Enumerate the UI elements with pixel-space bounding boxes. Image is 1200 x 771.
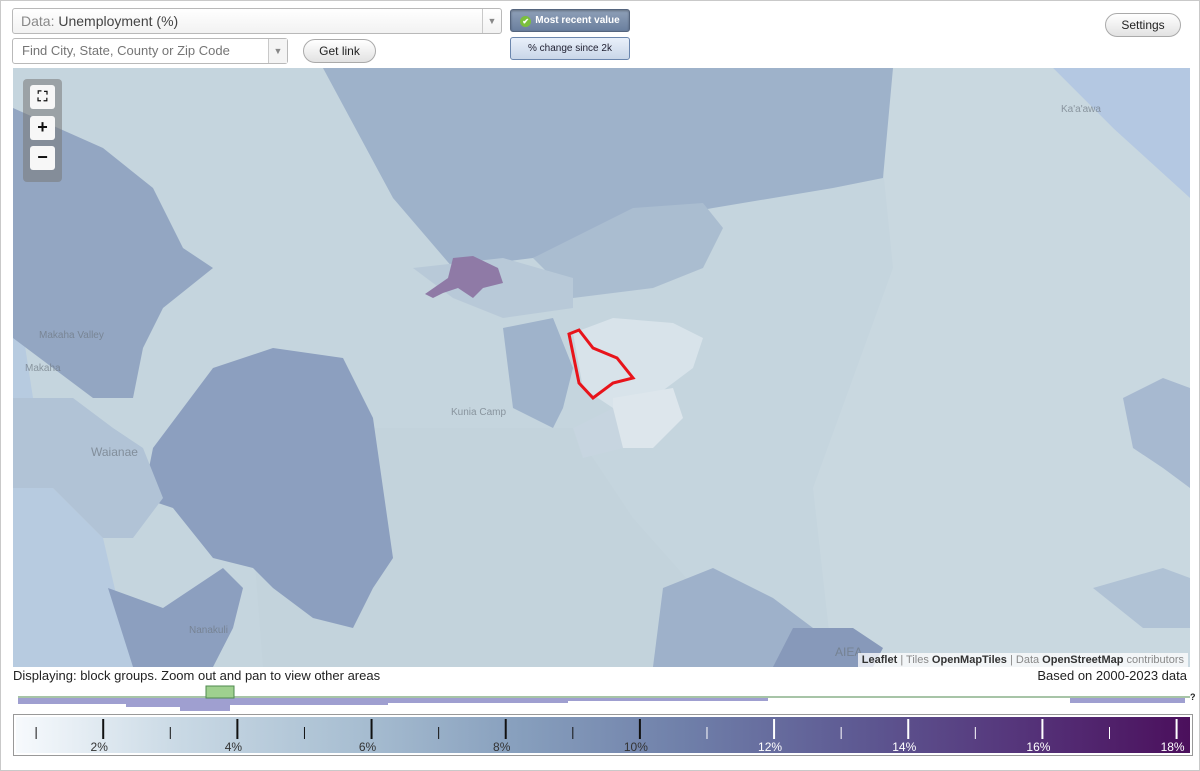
color-legend: 2% 4% 6% 8% 10% 12% 14% 16% 18% [13, 714, 1193, 756]
legend-tick-label: 12% [758, 740, 782, 754]
location-search[interactable]: ▼ [12, 38, 288, 64]
legend-tick-label: 10% [624, 740, 648, 754]
legend-tick-label: 2% [91, 740, 109, 754]
map-view[interactable]: Makaha Valley Makaha Waianae Kunia Camp … [13, 68, 1190, 667]
choropleth-layer [13, 68, 1190, 667]
histogram-highlight [205, 685, 235, 699]
zoom-controls: ⛶ + − [23, 79, 62, 182]
legend-tick-label: 14% [892, 740, 916, 754]
map-attribution: Leaflet | Tiles OpenMapTiles | Data Open… [857, 653, 1188, 667]
fullscreen-icon[interactable]: ⛶ [30, 85, 55, 109]
chevron-down-icon[interactable]: ▼ [482, 9, 501, 33]
place-label: Nanakuli [189, 625, 228, 636]
histogram-bar [180, 698, 230, 711]
settings-button[interactable]: Settings [1105, 13, 1181, 37]
histogram-bar [388, 698, 568, 703]
histogram-bar [1070, 698, 1185, 703]
place-label: Ka'a'awa [1061, 104, 1101, 115]
histogram-bar [228, 698, 388, 705]
display-level-note: Displaying: block groups. Zoom out and p… [13, 668, 381, 683]
data-select-value: Unemployment (%) [58, 13, 179, 29]
chevron-down-icon[interactable]: ▼ [268, 39, 287, 63]
percent-change-toggle[interactable]: % change since 2k [510, 37, 630, 60]
checkmark-icon: ✔ [520, 16, 532, 27]
legend-tick-label: 16% [1026, 740, 1050, 754]
attribution-suffix: contributors [1123, 654, 1184, 666]
place-label: Kunia Camp [451, 407, 507, 418]
most-recent-value-toggle[interactable]: ✔ Most recent value [510, 9, 630, 32]
search-input[interactable] [22, 43, 262, 58]
get-link-button[interactable]: Get link [303, 39, 376, 63]
legend-tick-label: 18% [1161, 740, 1185, 754]
zoom-out-button[interactable]: − [30, 146, 55, 170]
legend-help-icon[interactable]: ? [1190, 692, 1196, 702]
legend-tick-label: 4% [225, 740, 243, 754]
legend-tick-label: 8% [493, 740, 511, 754]
attribution-sep: | Data [1006, 654, 1043, 666]
zoom-in-button[interactable]: + [30, 116, 55, 140]
leaflet-link[interactable]: Leaflet [862, 654, 897, 666]
tiles-link[interactable]: OpenMapTiles [932, 654, 1007, 666]
most-recent-value-label: Most recent value [535, 15, 620, 26]
legend-gradient [16, 717, 1190, 753]
place-label: Makaha Valley [39, 330, 104, 341]
legend-tick-label: 6% [359, 740, 377, 754]
place-label: Waianae [91, 445, 138, 459]
osm-link[interactable]: OpenStreetMap [1042, 654, 1123, 666]
data-select-prefix: Data: [21, 13, 55, 29]
histogram-bar [568, 698, 768, 701]
value-histogram [18, 685, 1190, 711]
data-variable-select[interactable]: Data: Unemployment (%) ▼ [12, 8, 502, 34]
legend-scale: 2% 4% 6% 8% 10% 12% 14% 16% 18% [16, 717, 1190, 754]
app-frame: Data: Unemployment (%) ▼ ▼ Get link ✔Mos… [0, 0, 1200, 771]
place-label: Makaha [25, 363, 61, 374]
attribution-sep: | Tiles [897, 654, 932, 666]
data-years-note: Based on 2000-2023 data [1037, 668, 1187, 683]
